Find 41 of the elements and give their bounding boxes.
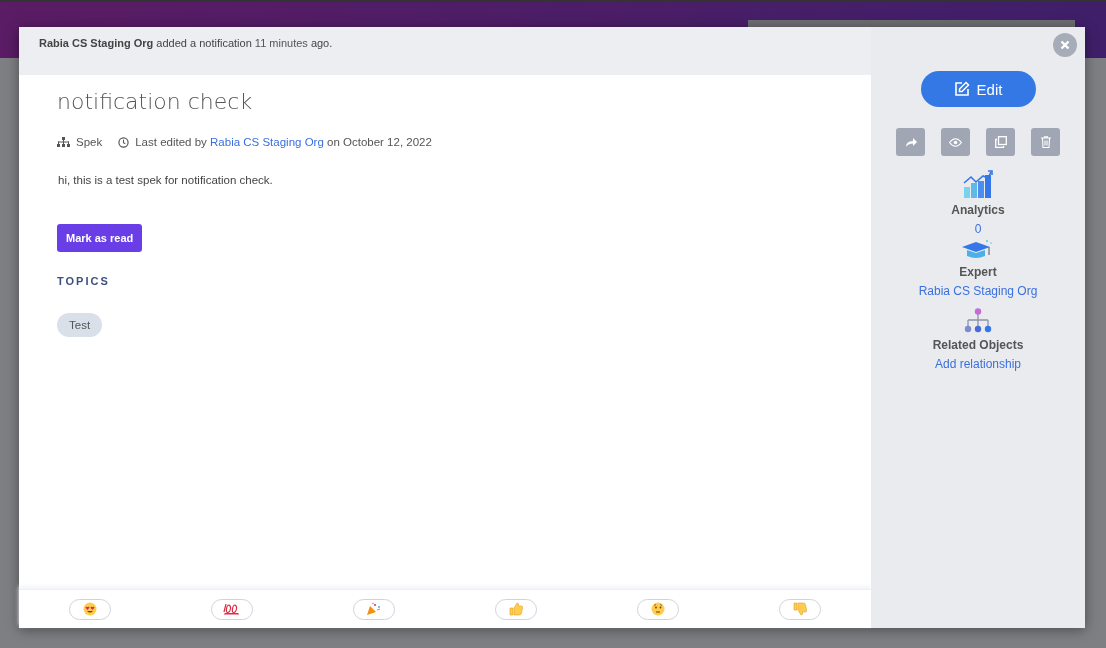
party-popper-icon <box>366 602 382 616</box>
topic-tag[interactable]: Test <box>57 313 103 337</box>
reaction-button[interactable] <box>211 598 253 620</box>
section-link[interactable]: Add relationship <box>934 357 1021 371</box>
hundred-points-icon <box>223 603 241 615</box>
graduation-cap-icon <box>961 239 995 261</box>
section-title: Expert <box>959 265 997 279</box>
last-edited-text: Last edited by Rabia CS Staging Org on October 12, 2022 <box>135 136 432 148</box>
copy-button[interactable] <box>986 128 1015 156</box>
share-button[interactable] <box>896 128 925 156</box>
eye-icon <box>949 137 962 147</box>
growth-chart-icon <box>963 169 993 199</box>
clock-icon <box>118 136 130 148</box>
spek-body: hi, this is a test spek for notification check. <box>58 174 273 186</box>
mark-as-read-button[interactable]: Mark as read <box>57 224 143 252</box>
section-title: Analytics <box>951 203 1005 217</box>
thumbs-up-icon <box>509 602 523 616</box>
copy-icon <box>994 136 1007 148</box>
share-icon <box>904 137 917 147</box>
edit-button[interactable]: Edit <box>920 71 1036 107</box>
close-icon <box>1060 40 1070 50</box>
delete-button[interactable] <box>1031 128 1060 156</box>
thinking-face-icon <box>651 602 665 616</box>
reaction-button[interactable] <box>637 598 679 620</box>
notification-message: Rabia CS Staging Org added a notification 11 minutes ago. <box>39 37 333 49</box>
thumbs-down-icon <box>793 602 807 616</box>
hierarchy-icon <box>57 136 70 148</box>
view-button[interactable] <box>941 128 970 156</box>
spek-type: Spek <box>76 136 103 148</box>
edit-icon <box>953 81 970 97</box>
editor-link[interactable]: Rabia CS Staging Org <box>210 136 324 148</box>
section-title: Related Objects <box>932 338 1024 352</box>
spek-title: notification check <box>57 89 253 114</box>
trash-icon <box>1040 136 1051 148</box>
reaction-button[interactable] <box>69 598 111 620</box>
section-link[interactable]: Rabia CS Staging Org <box>918 284 1038 298</box>
heart-eyes-face-icon <box>83 602 97 616</box>
topics-heading: TOPICS <box>57 275 110 287</box>
analytics-count[interactable]: 0 <box>974 222 982 236</box>
reaction-button[interactable] <box>353 598 395 620</box>
hierarchy-icon <box>963 308 993 334</box>
